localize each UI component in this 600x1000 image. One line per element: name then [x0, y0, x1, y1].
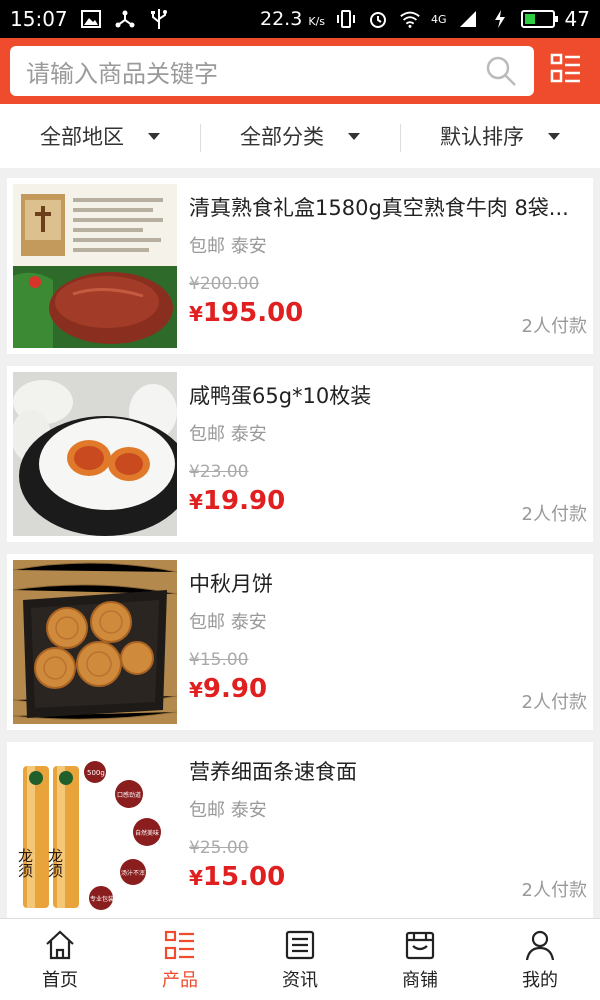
product-card[interactable]: 清真熟食礼盒1580g真空熟食牛肉 8袋... 包邮 泰安 ¥200.00 ¥1… [7, 178, 593, 354]
currency-symbol: ¥ [189, 866, 203, 890]
share-icon [114, 8, 136, 30]
paid-count: 2人付款 [521, 692, 587, 713]
nav-news[interactable]: 资讯 [240, 919, 360, 1000]
nav-stores-label: 商铺 [402, 969, 438, 991]
location-tag: 泰安 [230, 424, 267, 445]
filter-category-label: 全部分类 [240, 125, 324, 149]
store-icon [403, 928, 437, 962]
nav-news-label: 资讯 [282, 969, 318, 991]
wifi-icon [399, 8, 421, 30]
image-brand-text-left: 龙须 [16, 848, 34, 878]
product-image-beef-gift-box[interactable] [13, 184, 177, 348]
signal-icon [457, 8, 479, 30]
sale-price: ¥15.00 [189, 862, 285, 892]
image-badge-chewy: 口感劲道 [117, 791, 141, 799]
sale-price: ¥9.90 [189, 674, 267, 704]
original-price: ¥15.00 [189, 650, 249, 670]
filter-bar: 全部地区 全部分类 默认排序 [0, 104, 600, 168]
user-icon [523, 928, 557, 962]
vibrate-icon [335, 8, 357, 30]
image-badge-clear-soup: 汤汁不浑 [121, 869, 145, 877]
clock: 15:07 [10, 7, 68, 31]
shipping-tag: 包邮 [189, 424, 225, 445]
product-list[interactable]: 清真熟食礼盒1580g真空熟食牛肉 8袋... 包邮 泰安 ¥200.00 ¥1… [0, 168, 600, 918]
network-type: 4G [431, 12, 447, 26]
product-card[interactable]: 中秋月饼 包邮 泰安 ¥15.00 ¥9.90 2人付款 [7, 554, 593, 730]
product-image-noodle-tubes[interactable]: 龙须 龙须 500g 口感劲道 自然美味 汤汁不浑 专业包装 [13, 748, 177, 912]
caret-down-icon [148, 132, 160, 140]
product-name[interactable]: 中秋月饼 [189, 568, 589, 598]
currency-symbol: ¥ [189, 490, 203, 514]
image-badge-packaging: 专业包装 [90, 895, 114, 903]
search-box[interactable]: 请输入商品关键字 [10, 46, 534, 96]
product-card[interactable]: 咸鸭蛋65g*10枚装 包邮 泰安 ¥23.00 ¥19.90 2人付款 [7, 366, 593, 542]
news-icon [283, 928, 317, 962]
original-price: ¥25.00 [189, 838, 249, 858]
location-tag: 泰安 [230, 236, 267, 257]
sale-price: ¥19.90 [189, 486, 285, 516]
network-speed: 22.3 [260, 8, 303, 30]
location-tag: 泰安 [230, 800, 267, 821]
price-value: 15.00 [202, 862, 286, 892]
location-tag: 泰安 [230, 612, 267, 633]
nav-products-label: 产品 [162, 969, 198, 991]
paid-count: 2人付款 [521, 316, 587, 337]
price-value: 19.90 [202, 486, 286, 516]
product-name[interactable]: 咸鸭蛋65g*10枚装 [189, 380, 589, 410]
paid-count: 2人付款 [521, 880, 587, 901]
currency-symbol: ¥ [189, 678, 203, 702]
list-menu-icon [550, 53, 582, 89]
shipping-tag: 包邮 [189, 612, 225, 633]
product-image-mooncakes[interactable] [13, 560, 177, 724]
nav-stores[interactable]: 商铺 [360, 919, 480, 1000]
caret-down-icon [548, 132, 560, 140]
paid-count: 2人付款 [521, 504, 587, 525]
search-header: 请输入商品关键字 [0, 38, 600, 104]
shipping-tag: 包邮 [189, 236, 225, 257]
category-menu-button[interactable] [548, 53, 584, 89]
battery-icon [520, 10, 558, 28]
filter-region-label: 全部地区 [40, 125, 124, 149]
charging-icon [489, 8, 511, 30]
filter-sort-label: 默认排序 [440, 125, 524, 149]
original-price: ¥200.00 [189, 274, 260, 294]
image-brand-text-right: 龙须 [46, 848, 64, 878]
nav-products[interactable]: 产品 [120, 919, 240, 1000]
battery-level: 47 [564, 7, 590, 31]
filter-category[interactable]: 全部分类 [200, 104, 400, 168]
image-badge-natural: 自然美味 [135, 829, 159, 837]
filter-region[interactable]: 全部地区 [0, 104, 200, 168]
image-icon [80, 8, 102, 30]
home-icon [43, 928, 77, 962]
nav-profile[interactable]: 我的 [480, 919, 600, 1000]
image-badge-500g: 500g [87, 769, 105, 777]
product-name[interactable]: 清真熟食礼盒1580g真空熟食牛肉 8袋... [189, 192, 589, 222]
filter-sort[interactable]: 默认排序 [400, 104, 600, 168]
nav-home-label: 首页 [42, 969, 78, 991]
sale-price: ¥195.00 [189, 298, 303, 328]
product-name[interactable]: 营养细面条速食面 [189, 756, 589, 786]
price-value: 9.90 [202, 674, 268, 704]
search-icon[interactable] [484, 54, 518, 88]
grid-list-icon [163, 928, 197, 962]
product-card[interactable]: 龙须 龙须 500g 口感劲道 自然美味 汤汁不浑 专业包装 营养细面条速食面 … [7, 742, 593, 918]
network-speed-unit: K/s [308, 15, 326, 28]
bottom-nav: 首页 产品 资讯 商铺 我的 [0, 918, 600, 1000]
product-image-salted-duck-egg[interactable] [13, 372, 177, 536]
shipping-tag: 包邮 [189, 800, 225, 821]
status-bar: 15:07 22.3 K/s 4G 47 [0, 0, 600, 38]
price-value: 195.00 [202, 298, 304, 328]
usb-icon [148, 8, 170, 30]
nav-home[interactable]: 首页 [0, 919, 120, 1000]
currency-symbol: ¥ [189, 302, 203, 326]
original-price: ¥23.00 [189, 462, 249, 482]
caret-down-icon [348, 132, 360, 140]
search-input[interactable]: 请输入商品关键字 [26, 54, 484, 89]
nav-profile-label: 我的 [522, 969, 558, 991]
alarm-icon [367, 8, 389, 30]
